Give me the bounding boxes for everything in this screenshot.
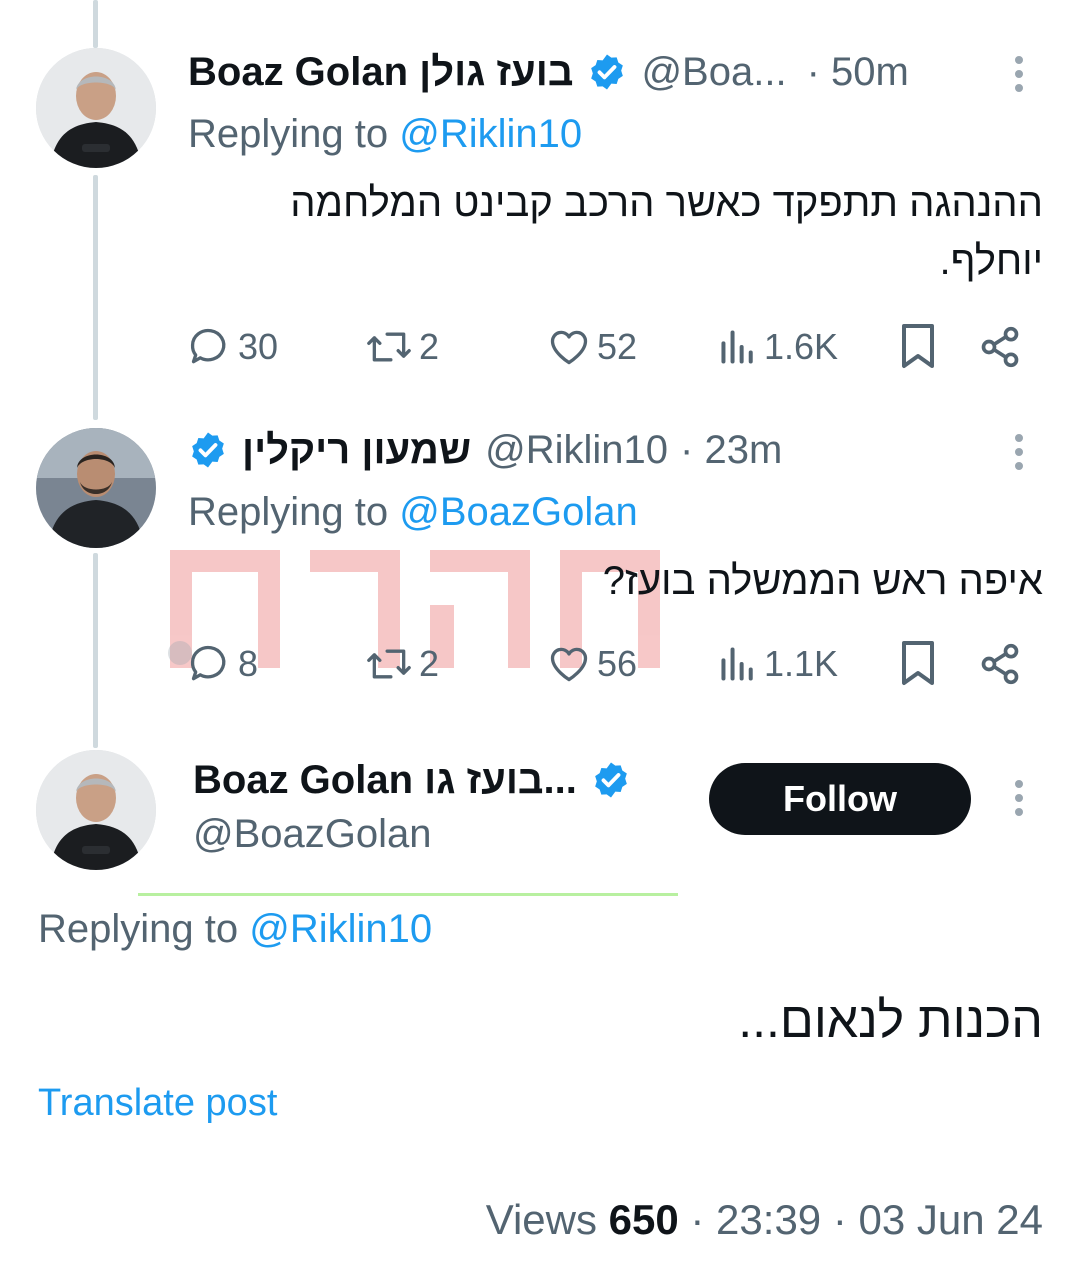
avatar[interactable] bbox=[36, 750, 156, 870]
repost-icon bbox=[367, 649, 411, 679]
display-name[interactable]: שמעון ריקלין bbox=[242, 428, 471, 473]
thread-line-2 bbox=[93, 553, 98, 748]
avatar[interactable] bbox=[36, 428, 156, 548]
views-icon bbox=[721, 647, 753, 681]
main-post-header: Boaz Golan בועז גו... bbox=[193, 756, 631, 804]
views-button[interactable]: 1.6K bbox=[718, 325, 838, 369]
views-icon bbox=[721, 330, 753, 364]
translate-post-link[interactable]: Translate post bbox=[38, 1082, 277, 1125]
reply-button[interactable]: 30 bbox=[188, 325, 278, 369]
verified-badge-icon bbox=[591, 54, 624, 90]
reply-count: 30 bbox=[238, 326, 279, 367]
user-handle[interactable]: @Boa... bbox=[641, 50, 786, 95]
replying-prefix: Replying to bbox=[188, 112, 389, 156]
replying-to-link[interactable]: @Riklin10 bbox=[399, 112, 582, 156]
share-button[interactable] bbox=[978, 325, 1022, 369]
thread-line-1 bbox=[93, 175, 98, 420]
repost-icon bbox=[367, 332, 411, 362]
user-handle[interactable]: @Riklin10 bbox=[485, 428, 668, 473]
profile-photo-icon bbox=[36, 48, 156, 168]
repost-button[interactable]: 2 bbox=[365, 642, 439, 686]
replying-prefix: Replying to bbox=[38, 907, 239, 951]
profile-photo-icon bbox=[36, 750, 156, 870]
post-text-line: יוחלף. bbox=[939, 239, 1043, 283]
replying-to: Replying to @Riklin10 bbox=[188, 112, 582, 157]
thread-line-top bbox=[93, 0, 98, 48]
reply-count: 8 bbox=[238, 643, 259, 684]
reply-icon bbox=[190, 645, 226, 681]
bookmark-icon bbox=[902, 324, 934, 368]
bookmark-button[interactable] bbox=[898, 322, 938, 370]
like-count: 52 bbox=[597, 326, 638, 367]
post-text: איפה ראש הממשלה בועז? bbox=[188, 552, 1043, 610]
views-label: Views bbox=[485, 1196, 597, 1243]
repost-count: 2 bbox=[419, 326, 440, 367]
post-text-line: ההנהגה תתפקד כאשר הרכב קבינט המלחמה bbox=[290, 181, 1043, 225]
post-time[interactable]: · 50m bbox=[807, 50, 909, 95]
post-time[interactable]: · 23m bbox=[680, 428, 782, 473]
more-icon[interactable] bbox=[1015, 56, 1025, 98]
replying-to: Replying to @Riklin10 bbox=[38, 907, 432, 952]
post-header: שמעון ריקלין @Riklin10 · 23m bbox=[188, 426, 782, 474]
bookmark-icon bbox=[902, 641, 934, 685]
post-header: Boaz Golan בועז גולן @Boa... · 50m bbox=[188, 48, 909, 96]
reply-button[interactable]: 8 bbox=[188, 642, 258, 686]
views-count: 1.6K bbox=[764, 326, 839, 367]
like-icon bbox=[550, 330, 588, 365]
divider bbox=[138, 893, 678, 896]
post-text: ההנהגה תתפקד כאשר הרכב קבינט המלחמה יוחל… bbox=[188, 174, 1043, 290]
verified-badge-icon bbox=[192, 432, 224, 468]
replying-to-link[interactable]: @Riklin10 bbox=[249, 907, 432, 951]
post-meta: Views 650 · 23:39 · 03 Jun 24 bbox=[486, 1196, 1043, 1244]
replying-to: Replying to @BoazGolan bbox=[188, 490, 638, 535]
user-handle[interactable]: @BoazGolan bbox=[193, 812, 432, 857]
views-button[interactable]: 1.1K bbox=[718, 642, 838, 686]
display-name[interactable]: Boaz Golan בועז גולן bbox=[188, 50, 573, 95]
more-icon[interactable] bbox=[1015, 780, 1025, 822]
share-button[interactable] bbox=[978, 642, 1022, 686]
replying-to-link[interactable]: @BoazGolan bbox=[399, 490, 638, 534]
views-count: 1.1K bbox=[764, 643, 839, 684]
views-count: 650 bbox=[608, 1196, 679, 1243]
post-text: הכנות לנאום... bbox=[738, 992, 1043, 1048]
like-button[interactable]: 52 bbox=[547, 325, 637, 369]
post-text-line: איפה ראש הממשלה בועז? bbox=[602, 559, 1043, 603]
more-icon[interactable] bbox=[1015, 434, 1025, 476]
like-button[interactable]: 56 bbox=[547, 642, 637, 686]
verified-badge-icon bbox=[595, 762, 627, 798]
avatar[interactable] bbox=[36, 48, 156, 168]
profile-photo-icon bbox=[36, 428, 156, 548]
like-count: 56 bbox=[597, 643, 638, 684]
display-name[interactable]: Boaz Golan בועז גו... bbox=[193, 758, 577, 803]
repost-button[interactable]: 2 bbox=[365, 325, 439, 369]
reply-icon bbox=[190, 328, 226, 364]
share-icon bbox=[981, 326, 1019, 368]
like-icon bbox=[550, 647, 588, 682]
post-date[interactable]: 03 Jun 24 bbox=[859, 1196, 1044, 1243]
repost-count: 2 bbox=[419, 643, 440, 684]
bookmark-button[interactable] bbox=[898, 639, 938, 687]
follow-button[interactable]: Follow bbox=[709, 763, 971, 835]
share-icon bbox=[981, 643, 1019, 685]
replying-prefix: Replying to bbox=[188, 490, 389, 534]
post-time[interactable]: · 23:39 · bbox=[690, 1196, 846, 1243]
